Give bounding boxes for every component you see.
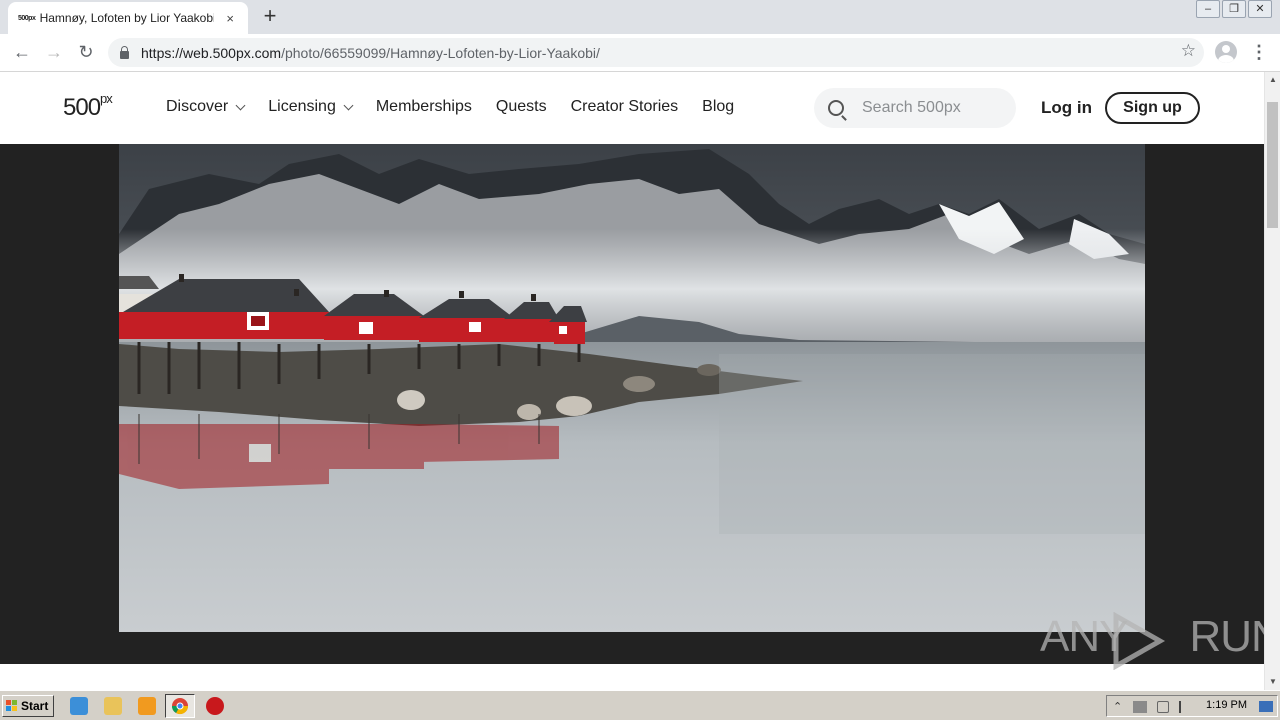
logo-sup: px (100, 91, 113, 106)
nav-blog[interactable]: Blog (702, 98, 734, 116)
nav-discover-label: Discover (166, 98, 229, 115)
chrome-taskbar-button[interactable] (165, 694, 195, 718)
scroll-up-arrow-icon[interactable]: ▲ (1265, 72, 1280, 88)
show-desktop-icon[interactable] (1259, 701, 1273, 712)
media-player-icon[interactable] (138, 697, 156, 715)
network-icon[interactable] (1133, 701, 1147, 713)
photo-stage (0, 144, 1264, 664)
start-button[interactable]: Start (2, 695, 54, 717)
profile-avatar-icon[interactable] (1215, 41, 1237, 63)
address-bar[interactable]: https://web.500px.com/photo/66559099/Ham… (108, 38, 1204, 67)
action-center-flag-icon[interactable] (1179, 701, 1191, 713)
restore-button[interactable]: ❐ (1222, 0, 1246, 18)
anyrun-watermark: ANY RUN (1040, 612, 1280, 670)
new-tab-button[interactable]: + (258, 4, 282, 28)
logo-main: 500 (63, 94, 101, 121)
browser-tab[interactable]: 500px Hamnøy, Lofoten by Lior Yaakobi / … (8, 2, 248, 34)
scroll-thumb[interactable] (1267, 102, 1278, 228)
tab-strip: 500px Hamnøy, Lofoten by Lior Yaakobi / … (0, 0, 1280, 34)
close-window-button[interactable]: ✕ (1248, 0, 1272, 18)
signup-button[interactable]: Sign up (1105, 92, 1200, 124)
url-host: https://web.500px.com (141, 44, 282, 61)
tab-title: Hamnøy, Lofoten by Lior Yaakobi / 5 (39, 11, 215, 25)
tray-expand-icon[interactable]: ⌃ (1113, 700, 1122, 713)
scroll-down-arrow-icon[interactable]: ▼ (1265, 674, 1280, 690)
nav-creator-stories[interactable]: Creator Stories (571, 98, 679, 116)
500px-logo[interactable]: 500px (63, 91, 113, 122)
search-input[interactable] (862, 99, 1002, 117)
clock[interactable]: 1:19 PM (1206, 699, 1247, 711)
reload-button[interactable]: ↻ (74, 40, 98, 64)
file-explorer-icon[interactable] (104, 697, 122, 715)
landscape-photo-icon (119, 144, 1145, 632)
tab-close-icon[interactable]: × (222, 11, 238, 26)
search-box[interactable] (814, 88, 1016, 128)
play-icon (1113, 612, 1166, 670)
lock-icon[interactable] (120, 45, 129, 59)
site-header: 500px Discover Licensing Memberships Que… (0, 72, 1264, 144)
start-label: Start (21, 699, 49, 713)
chrome-icon (171, 698, 189, 715)
nav-discover[interactable]: Discover (166, 98, 246, 116)
system-tray: ⌃ 1:19 PM (1106, 695, 1278, 717)
main-nav: Discover Licensing Memberships Quests Cr… (166, 98, 758, 116)
back-button[interactable]: ← (10, 40, 34, 64)
nav-licensing[interactable]: Licensing (268, 98, 354, 116)
nav-memberships[interactable]: Memberships (376, 98, 472, 116)
vertical-scrollbar[interactable]: ▲ ▼ (1264, 72, 1280, 690)
search-icon (828, 100, 844, 116)
tab-favicon-icon: 500px (18, 14, 36, 22)
url-path: /photo/66559099/Hamnøy-Lofoten-by-Lior-Y… (281, 44, 600, 61)
nav-licensing-label: Licensing (268, 98, 336, 115)
page-below-photo (0, 664, 1264, 690)
volume-icon[interactable] (1157, 701, 1169, 713)
windows-logo-icon (6, 700, 18, 712)
main-photo[interactable] (119, 144, 1145, 632)
url-text: https://web.500px.com/photo/66559099/Ham… (141, 45, 600, 61)
chevron-down-icon (343, 100, 354, 110)
chevron-down-icon (235, 100, 246, 110)
security-app-icon[interactable] (206, 697, 224, 715)
minimize-button[interactable]: ‒ (1196, 0, 1220, 18)
internet-explorer-icon[interactable] (70, 697, 88, 715)
login-link[interactable]: Log in (1041, 98, 1092, 118)
bookmark-star-icon[interactable]: ☆ (1181, 41, 1196, 61)
browser-toolbar: ← → ↻ https://web.500px.com/photo/665590… (0, 34, 1280, 72)
window-controls: ‒ ❐ ✕ (1194, 0, 1272, 18)
browser-menu-icon[interactable]: ⋮ (1250, 40, 1268, 64)
forward-button[interactable]: → (42, 40, 66, 64)
windows-taskbar: Start ⌃ 1:19 PM (0, 690, 1280, 720)
nav-quests[interactable]: Quests (496, 98, 547, 116)
